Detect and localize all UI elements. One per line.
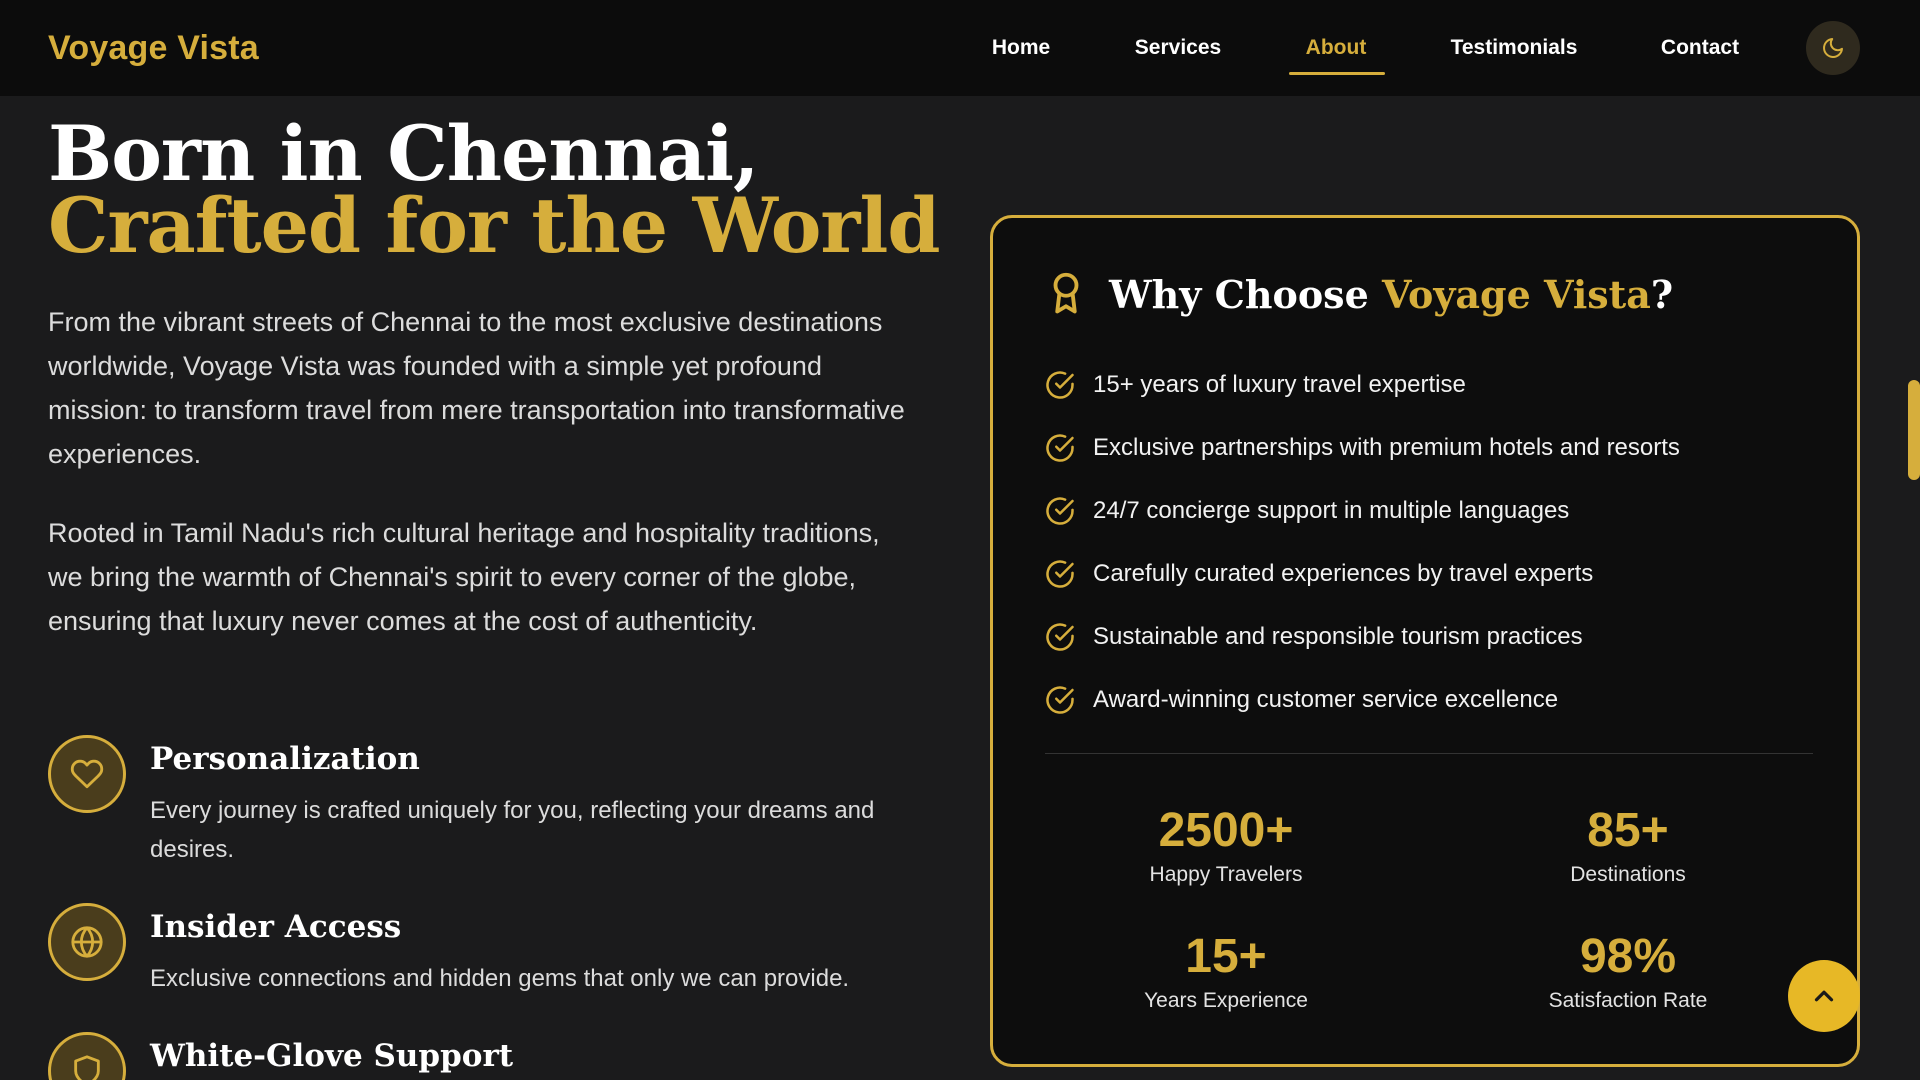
reason-text: Award-winning customer service excellenc… bbox=[1093, 685, 1559, 713]
stat-value: 98% bbox=[1579, 930, 1677, 983]
intro-paragraph: From the vibrant streets of Chennai to t… bbox=[48, 307, 905, 469]
scroll-to-top-button[interactable] bbox=[1788, 960, 1860, 1032]
feature-description: Every journey is crafted uniquely for yo… bbox=[150, 797, 875, 863]
hero-title-line1: Born in Chennai, bbox=[48, 109, 759, 198]
nav-link-about[interactable]: About bbox=[1306, 0, 1367, 96]
nav-link-testimonials[interactable]: Testimonials bbox=[1451, 0, 1578, 96]
reason-text: Carefully curated experiences by travel … bbox=[1093, 559, 1594, 587]
stat-label: Happy Travelers bbox=[1149, 863, 1303, 886]
feature-title: Insider Access bbox=[150, 909, 402, 945]
hero-title-line2: Crafted for the World bbox=[48, 181, 940, 270]
chevron-up-icon bbox=[1814, 990, 1834, 1002]
stats-divider bbox=[1045, 753, 1813, 754]
navbar: Voyage Vista Home Services About Testimo… bbox=[0, 0, 1920, 96]
card-title-suffix: ? bbox=[1650, 271, 1674, 317]
feature-title: Personalization bbox=[150, 741, 420, 777]
nav-link-services[interactable]: Services bbox=[1135, 0, 1221, 96]
feature-description: Exclusive connections and hidden gems th… bbox=[150, 965, 850, 992]
shield-icon bbox=[74, 1055, 100, 1080]
heart-icon bbox=[70, 759, 104, 789]
reason-text: Sustainable and responsible tourism prac… bbox=[1093, 622, 1583, 650]
heritage-paragraph: Rooted in Tamil Nadu's rich cultural her… bbox=[48, 518, 880, 636]
globe-icon bbox=[71, 926, 103, 958]
stat-label: Destinations bbox=[1570, 863, 1686, 886]
card-title: Why Choose Voyage Vista? bbox=[1109, 272, 1673, 317]
feature-icon-circle bbox=[48, 735, 126, 813]
page-scrollbar[interactable] bbox=[1908, 380, 1920, 480]
stat-value: 85+ bbox=[1587, 804, 1669, 857]
check-circle-icon bbox=[1046, 496, 1074, 525]
reason-text: Exclusive partnerships with premium hote… bbox=[1093, 433, 1680, 461]
check-circle-icon bbox=[1046, 622, 1074, 651]
check-circle-icon bbox=[1046, 433, 1074, 462]
card-header: Why Choose Voyage Vista? bbox=[1045, 270, 1673, 318]
feature-icon-circle bbox=[48, 1032, 126, 1080]
list-item: Exclusive partnerships with premium hote… bbox=[1045, 416, 1825, 479]
stat-label: Years Experience bbox=[1144, 989, 1308, 1012]
stat-years-experience: 15+ Years Experience bbox=[1076, 929, 1376, 1013]
stat-value: 2500+ bbox=[1158, 804, 1294, 857]
brand-logo[interactable]: Voyage Vista bbox=[48, 29, 259, 68]
active-nav-underline bbox=[1289, 72, 1385, 75]
list-item: Sustainable and responsible tourism prac… bbox=[1045, 605, 1825, 668]
stat-destinations: 85+ Destinations bbox=[1478, 803, 1778, 887]
list-item: 24/7 concierge support in multiple langu… bbox=[1045, 479, 1825, 542]
check-circle-icon bbox=[1046, 559, 1074, 588]
reasons-list: 15+ years of luxury travel expertise Exc… bbox=[1045, 353, 1825, 731]
stat-value: 15+ bbox=[1185, 930, 1267, 983]
reason-text: 15+ years of luxury travel expertise bbox=[1093, 370, 1466, 398]
card-title-brand: Voyage Vista bbox=[1381, 271, 1651, 317]
hero-title: Born in Chennai, Crafted for the World bbox=[48, 109, 940, 270]
reason-text: 24/7 concierge support in multiple langu… bbox=[1093, 496, 1570, 524]
feature-icon-circle bbox=[48, 903, 126, 981]
nav-link-contact[interactable]: Contact bbox=[1661, 0, 1739, 96]
check-circle-icon bbox=[1046, 685, 1074, 714]
feature-title: White-Glove Support bbox=[150, 1038, 514, 1074]
why-choose-card: Why Choose Voyage Vista? 15+ years of lu… bbox=[990, 215, 1860, 1067]
stat-happy-travelers: 2500+ Happy Travelers bbox=[1076, 803, 1376, 887]
check-circle-icon bbox=[1046, 370, 1074, 399]
moon-icon bbox=[1823, 38, 1843, 58]
award-icon bbox=[1053, 272, 1079, 314]
stat-label: Satisfaction Rate bbox=[1548, 989, 1708, 1012]
nav-link-home[interactable]: Home bbox=[992, 0, 1050, 96]
list-item: Award-winning customer service excellenc… bbox=[1045, 668, 1825, 731]
list-item: 15+ years of luxury travel expertise bbox=[1045, 353, 1825, 416]
card-title-prefix: Why Choose bbox=[1109, 271, 1382, 317]
theme-toggle-button[interactable] bbox=[1806, 21, 1860, 75]
list-item: Carefully curated experiences by travel … bbox=[1045, 542, 1825, 605]
stat-satisfaction-rate: 98% Satisfaction Rate bbox=[1478, 929, 1778, 1013]
